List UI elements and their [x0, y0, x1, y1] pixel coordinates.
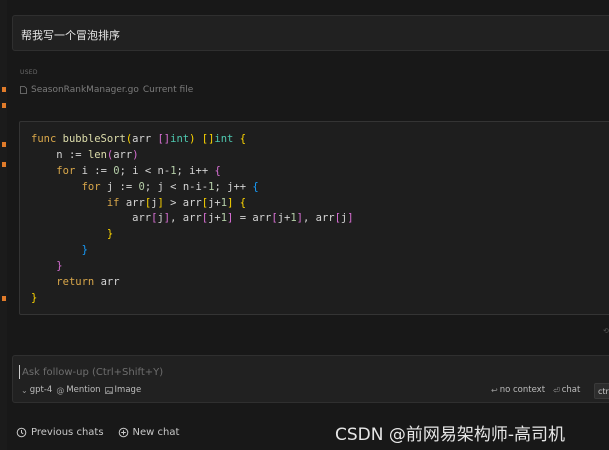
code-lines: func bubbleSort(arr []int) []int { n := …: [31, 132, 354, 307]
no-context-button[interactable]: ↩ no context: [491, 385, 545, 395]
code-line: for i := 0; i < n-1; i++ {: [56, 164, 221, 177]
chat-mode-button[interactable]: ⏎ chat: [553, 385, 580, 395]
chevron-down-icon: ⌄: [21, 385, 28, 395]
followup-left-toolbar: ⌄ gpt-4 @ Mention Image: [21, 385, 141, 395]
file-icon: [20, 86, 27, 94]
history-icon: [16, 427, 27, 438]
mention-button[interactable]: @ Mention: [56, 385, 100, 395]
image-button[interactable]: Image: [104, 385, 142, 395]
user-prompt-bubble[interactable]: 帮我写一个冒泡排序: [12, 15, 609, 51]
image-label: Image: [114, 385, 142, 395]
change-marker: [2, 87, 6, 92]
model-label: gpt-4: [29, 385, 53, 395]
bottom-bar: Previous chats New chat: [16, 427, 179, 438]
model-selector[interactable]: ⌄ gpt-4: [21, 385, 52, 395]
code-block[interactable]: func bubbleSort(arr []int) []int { n := …: [19, 121, 609, 315]
context-used-label: USED: [20, 69, 38, 76]
at-icon: @: [56, 385, 65, 395]
code-line: n := len(arr): [56, 148, 139, 161]
watermark: CSDN @前网易架构师-高司机: [335, 425, 566, 445]
change-marker: [2, 162, 6, 167]
context-file-tag: Current file: [142, 85, 194, 95]
submit-shortcut-chip[interactable]: ctrl+: [594, 383, 609, 399]
followup-right-toolbar: ↩ no context ⏎ chat: [491, 385, 580, 395]
code-line: func bubbleSort(arr []int) []int {: [31, 133, 247, 145]
code-line: }: [56, 260, 63, 273]
change-marker: [2, 142, 6, 147]
user-prompt-text: 帮我写一个冒泡排序: [21, 29, 120, 42]
code-line: if arr[j] > arr[j+1] {: [106, 196, 247, 209]
followup-input[interactable]: [19, 365, 422, 379]
change-marker: [2, 296, 6, 301]
plus-circle-icon: [118, 427, 128, 438]
code-line: }: [31, 291, 38, 304]
previous-chats-button[interactable]: Previous chats: [16, 427, 104, 438]
change-marker: [2, 103, 6, 108]
context-file-name: SeasonRankManager.go: [31, 85, 139, 95]
new-chat-button[interactable]: New chat: [118, 427, 180, 438]
code-line: return arr: [56, 276, 120, 289]
no-context-label: no context: [499, 385, 546, 395]
previous-chats-label: Previous chats: [31, 427, 104, 438]
code-line: }: [81, 244, 88, 257]
context-file-reference[interactable]: SeasonRankManager.go Current file: [20, 85, 193, 95]
code-line: for j := 0; j < n-i-1; j++ {: [81, 180, 259, 193]
scroll-indicator: ⟲: [603, 327, 609, 335]
chat-label: chat: [561, 385, 581, 395]
no-context-icon: ↩: [491, 385, 498, 395]
image-icon: [104, 386, 113, 394]
new-chat-label: New chat: [132, 427, 180, 438]
chat-icon: ⏎: [553, 385, 560, 395]
followup-composer: ⌄ gpt-4 @ Mention Image ↩ no context ⏎ c…: [12, 355, 609, 403]
code-line: arr[j], arr[j+1] = arr[j+1], arr[j]: [132, 212, 354, 225]
code-line: }: [106, 228, 114, 241]
left-gutter: [0, 0, 7, 450]
mention-label: Mention: [66, 385, 101, 395]
